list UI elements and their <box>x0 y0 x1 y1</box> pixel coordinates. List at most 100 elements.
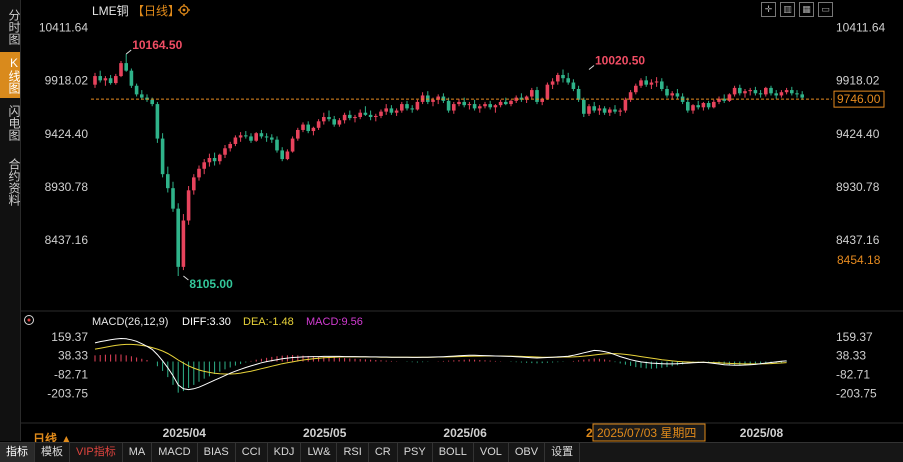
candle-body <box>223 148 227 155</box>
candle-body <box>181 220 186 267</box>
candle-body <box>379 111 383 116</box>
restore-icon[interactable]: ▭ <box>818 2 833 17</box>
candle-body <box>327 117 331 120</box>
candle-body <box>764 87 768 95</box>
candle-body <box>706 103 711 108</box>
indicator-tab-boll[interactable]: BOLL <box>433 443 474 462</box>
crosshair-icon[interactable]: ✛ <box>761 2 776 17</box>
y-tick-right: 8930.78 <box>836 180 880 194</box>
indicator-tab-ma[interactable]: MA <box>123 443 153 462</box>
candle-body <box>561 74 565 79</box>
candle-body <box>197 168 201 178</box>
candle-body <box>608 109 612 113</box>
candle-body <box>124 63 128 71</box>
candle-body <box>228 143 232 149</box>
candle-body <box>758 93 763 95</box>
macd-dif-value: DIFF:3.30 <box>182 316 231 328</box>
macd-panel <box>94 337 788 393</box>
candle-body <box>353 117 357 119</box>
candle-body <box>644 80 648 85</box>
candle-body <box>374 115 378 118</box>
candle-body <box>550 81 555 85</box>
chart-title: LME铜 <box>92 3 129 18</box>
candle-body <box>275 139 279 151</box>
macd-y-tick-left: 38.33 <box>58 349 88 363</box>
candle-body <box>202 162 206 169</box>
candle-body <box>160 138 165 175</box>
y-tick-right: 9424.40 <box>836 127 880 141</box>
indicator-tab-psy[interactable]: PSY <box>398 443 433 462</box>
candle-body <box>545 84 550 99</box>
indicator-tab-15[interactable]: 设置 <box>545 443 581 462</box>
candle-body <box>634 85 638 93</box>
candle-body <box>290 138 295 152</box>
y-tick-right: 8437.16 <box>836 233 880 247</box>
indicator-tab-vip[interactable]: VIP指标 <box>70 443 123 462</box>
candle-body <box>779 92 784 96</box>
candles: 10164.50 8105.00 10020.50 <box>93 38 804 291</box>
candle-body <box>306 124 310 132</box>
candle-body <box>249 136 253 141</box>
candle-body <box>462 101 466 106</box>
candle-body <box>790 90 794 94</box>
kline-chart[interactable]: 10164.508105.0010020.50 10411.64 10411.64… <box>0 0 903 442</box>
candle-body <box>358 112 362 118</box>
candle-body <box>103 78 108 81</box>
candle-body <box>452 104 456 111</box>
y-tick-left: 8437.16 <box>45 233 89 247</box>
candle-body <box>670 93 674 96</box>
indicator-tab-cci[interactable]: CCI <box>236 443 268 462</box>
candle-body <box>602 108 607 113</box>
indicator-tab-kdj[interactable]: KDJ <box>268 443 302 462</box>
indicator-tab-1[interactable]: 模板 <box>35 443 70 462</box>
candle-body <box>129 70 134 86</box>
candle-body <box>774 93 778 96</box>
candle-body <box>738 87 742 94</box>
candle-body <box>316 121 321 128</box>
candle-body <box>743 91 747 94</box>
chart-period[interactable]: 【日线】 <box>132 4 180 18</box>
zoom-in-icon[interactable]: ▥ <box>780 2 795 17</box>
extreme-annotation: 10164.50 <box>125 38 183 55</box>
candle-body <box>748 90 752 92</box>
candle-body <box>587 106 591 114</box>
indicator-tab-bias[interactable]: BIAS <box>198 443 236 462</box>
candle-body <box>301 124 305 130</box>
candle-body <box>701 103 706 108</box>
candle-body <box>691 105 695 111</box>
macd-title: MACD(26,12,9) <box>92 316 168 328</box>
candle-body <box>769 87 773 94</box>
candle-body <box>478 106 482 109</box>
candle-body <box>363 112 368 115</box>
x-tick-label: 2025/06 <box>443 426 487 440</box>
macd-toggle-icon[interactable] <box>24 315 34 325</box>
candle-body <box>322 117 326 122</box>
candle-body <box>207 157 212 163</box>
low-price-tag: 8454.18 <box>837 253 881 267</box>
extreme-annotation: 8105.00 <box>183 275 233 291</box>
candle-body <box>795 93 799 95</box>
x-tick-label: 2025/04 <box>163 426 207 440</box>
indicator-tab-vol[interactable]: VOL <box>474 443 509 462</box>
candle-body <box>566 78 570 83</box>
macd-y-tick-left: -203.75 <box>47 386 88 400</box>
indicator-tab-macd[interactable]: MACD <box>152 443 198 462</box>
indicator-tab-cr[interactable]: CR <box>369 443 398 462</box>
candle-body <box>150 99 154 105</box>
candle-body <box>108 78 113 84</box>
candle-body <box>509 100 513 105</box>
date-badge-prefix: 2 <box>586 426 593 440</box>
zoom-out-icon[interactable]: ▦ <box>799 2 814 17</box>
candle-body <box>623 99 628 111</box>
candle-body <box>332 119 336 125</box>
indicator-tab-rsi[interactable]: RSI <box>337 443 369 462</box>
extreme-annotation: 10020.50 <box>588 54 645 70</box>
candle-body <box>727 94 732 101</box>
indicator-tab-lw[interactable]: LW& <box>301 443 338 462</box>
indicator-tab-0[interactable]: 指标 <box>0 443 35 462</box>
candle-body <box>285 151 290 160</box>
candle-body <box>186 190 191 221</box>
y-tick-left: 9918.02 <box>45 74 89 88</box>
indicator-tab-obv[interactable]: OBV <box>509 443 546 462</box>
candle-body <box>176 208 180 267</box>
